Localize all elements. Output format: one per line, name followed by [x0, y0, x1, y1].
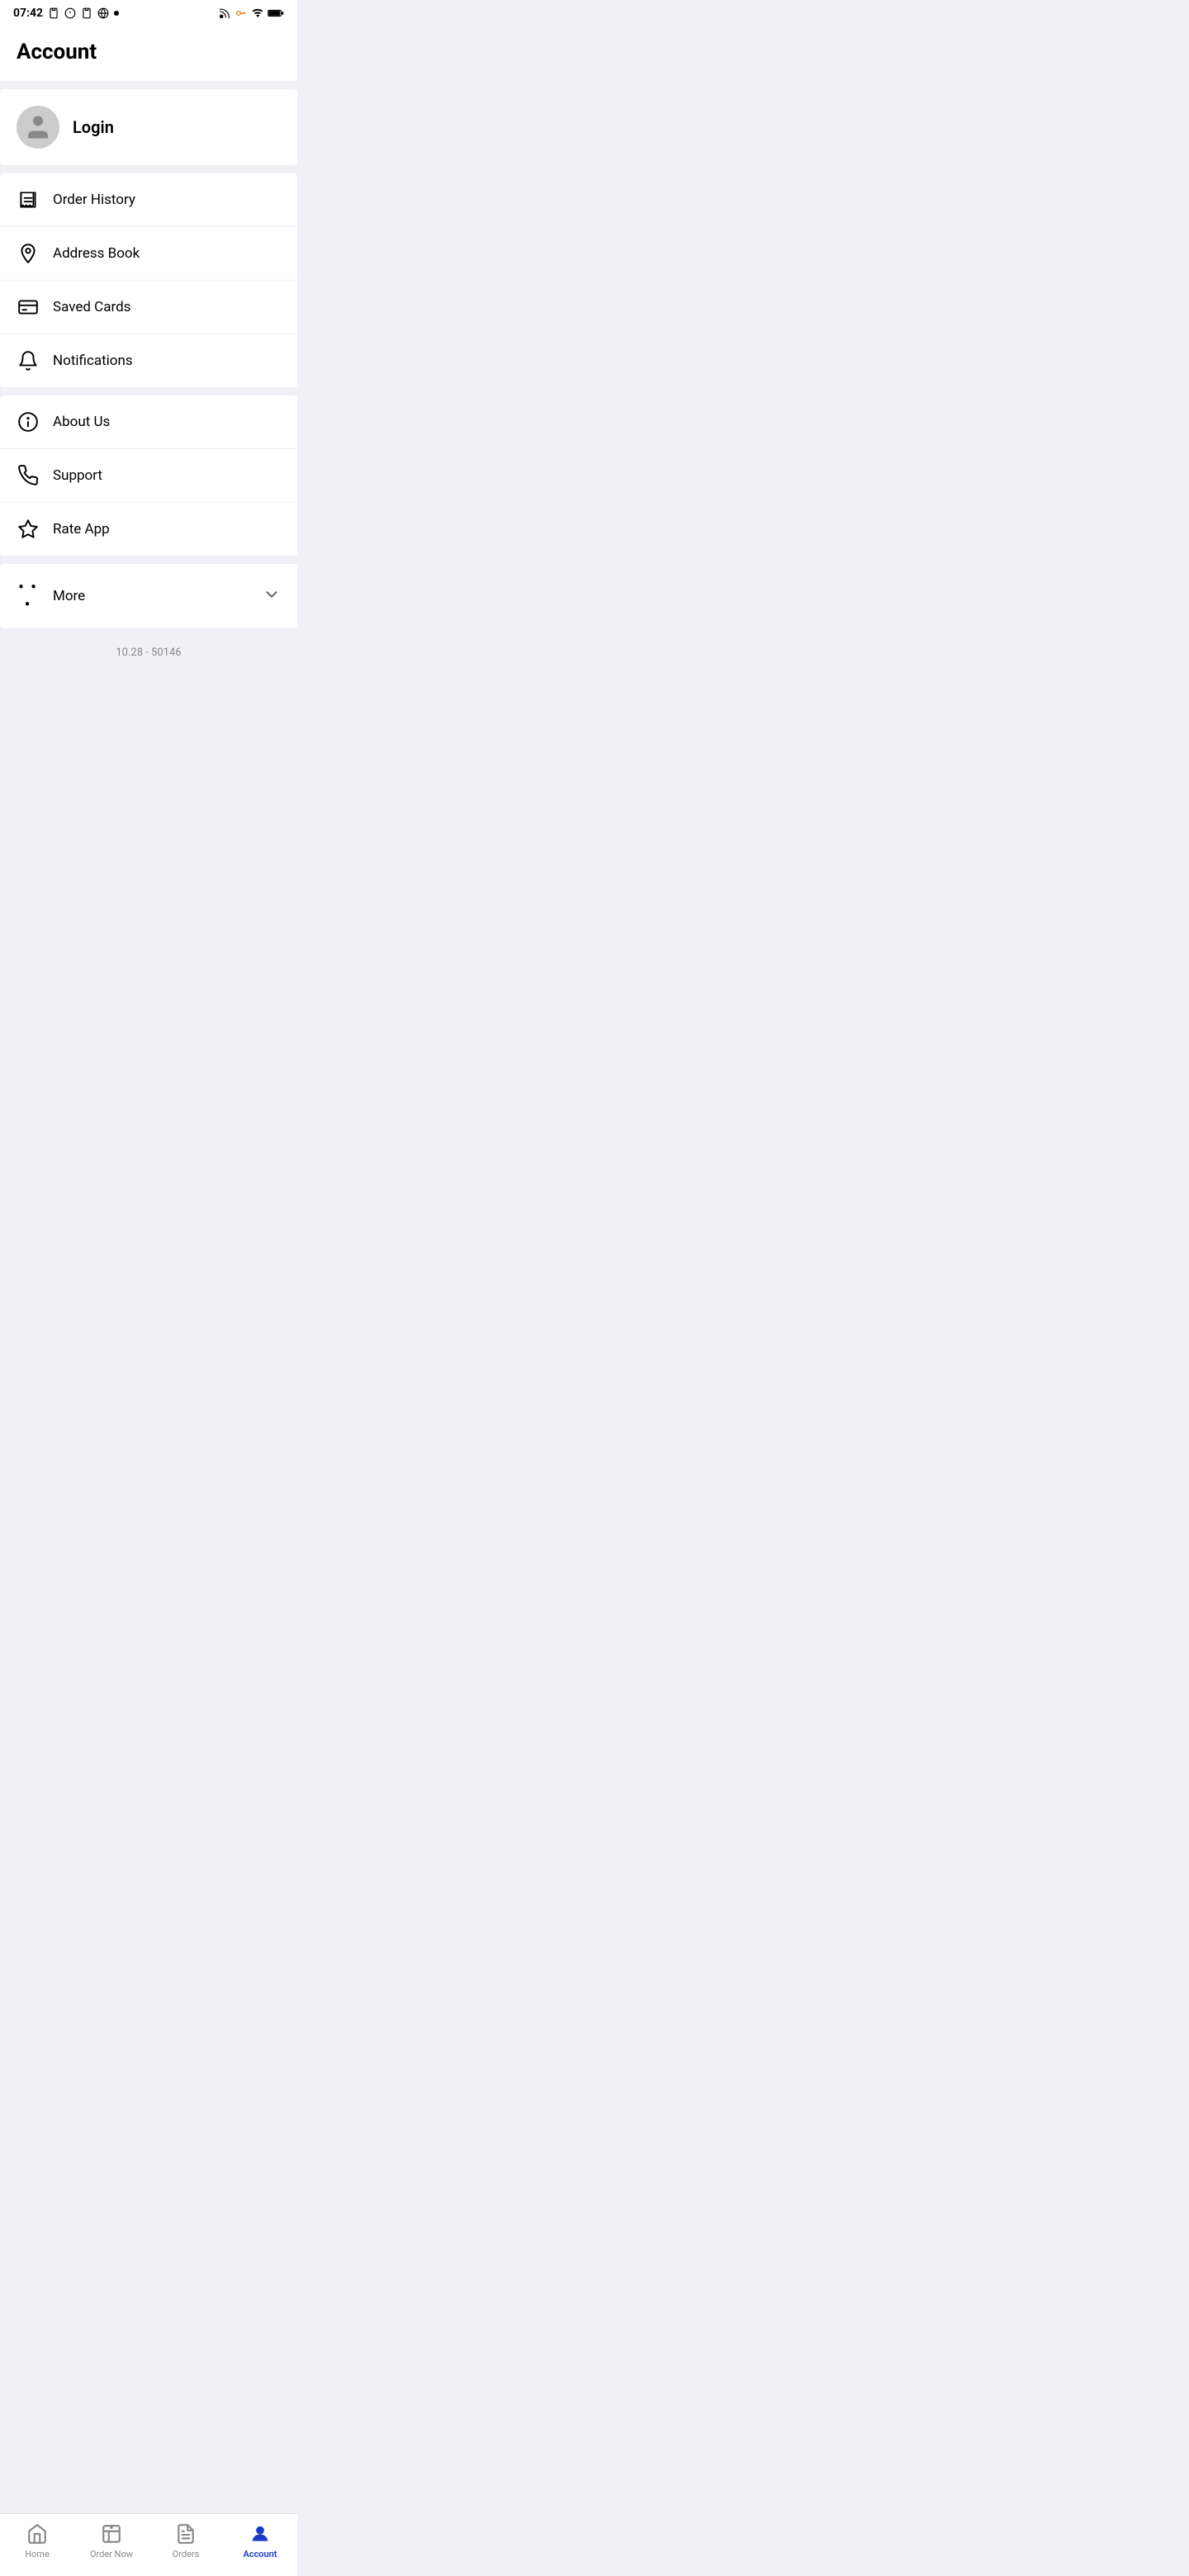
nav-orders-label: Orders	[173, 2549, 200, 2559]
chevron-down-icon	[263, 585, 281, 607]
more-left: • • • More	[17, 579, 85, 613]
info-icon	[64, 7, 76, 19]
menu-item-rate-app[interactable]: Rate App	[0, 502, 297, 556]
bell-icon	[17, 349, 40, 372]
cast-icon	[218, 7, 231, 19]
more-button[interactable]: • • • More	[0, 564, 297, 628]
nav-item-home[interactable]: Home	[0, 2522, 74, 2559]
card-icon	[17, 296, 40, 319]
menu-item-about-us[interactable]: About Us	[0, 395, 297, 448]
status-icons	[218, 7, 284, 19]
menu-item-address-book[interactable]: Address Book	[0, 226, 297, 280]
nav-item-order-now[interactable]: Order Now	[74, 2522, 149, 2559]
status-left: 07:42	[13, 7, 119, 20]
login-section: Login	[0, 89, 297, 165]
phone-icon	[17, 464, 40, 487]
home-icon	[26, 2522, 49, 2545]
menu-item-order-history[interactable]: Order History	[0, 173, 297, 226]
star-icon	[17, 518, 40, 541]
menu-item-saved-cards[interactable]: Saved Cards	[0, 280, 297, 334]
sim-icon	[48, 7, 59, 19]
battery-icon	[268, 7, 284, 19]
nav-item-orders[interactable]: Orders	[149, 2522, 223, 2559]
wifi-icon	[251, 7, 264, 19]
location-icon	[17, 242, 40, 265]
nav-home-label: Home	[25, 2549, 50, 2559]
nav-order-now-label: Order Now	[90, 2549, 133, 2559]
order-now-icon	[100, 2522, 123, 2545]
dot-indicator	[114, 11, 119, 16]
saved-cards-label: Saved Cards	[53, 299, 130, 315]
about-us-label: About Us	[53, 414, 110, 430]
status-time: 07:42	[13, 7, 43, 20]
order-history-label: Order History	[53, 192, 135, 208]
more-section: • • • More	[0, 564, 297, 628]
rate-app-label: Rate App	[53, 521, 110, 537]
avatar	[17, 106, 59, 149]
address-book-label: Address Book	[53, 245, 140, 262]
vpn-icon	[97, 7, 109, 19]
version-text: 10.28 - 50146	[0, 637, 297, 675]
support-label: Support	[53, 467, 102, 484]
bottom-nav: Home Order Now Orders	[0, 2513, 297, 2576]
menu-section-2: About Us Support Rate App	[0, 395, 297, 556]
key-icon	[234, 7, 248, 19]
status-bar: 07:42	[0, 0, 297, 26]
page-title: Account	[0, 26, 297, 81]
login-button[interactable]: Login	[0, 89, 297, 165]
menu-section-1: Order History Address Book Saved Cards	[0, 173, 297, 387]
receipt-icon	[17, 188, 40, 211]
nav-item-account[interactable]: Account	[223, 2522, 297, 2559]
menu-item-support[interactable]: Support	[0, 448, 297, 502]
info-circle-icon	[17, 410, 40, 433]
sim2-icon	[81, 7, 92, 19]
nav-account-label: Account	[243, 2549, 277, 2559]
login-label: Login	[73, 117, 114, 137]
orders-icon	[174, 2522, 197, 2545]
more-dots-icon: • • •	[17, 579, 40, 613]
notifications-label: Notifications	[53, 353, 133, 369]
menu-item-notifications[interactable]: Notifications	[0, 334, 297, 387]
more-label: More	[53, 588, 85, 604]
account-icon	[249, 2522, 272, 2545]
user-icon	[23, 112, 53, 142]
